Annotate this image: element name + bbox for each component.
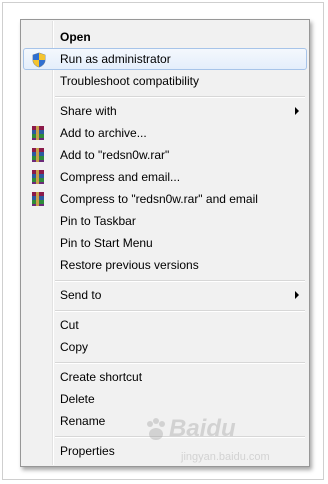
menu-item-label: Copy: [60, 340, 89, 354]
menu-item-create-shortcut[interactable]: Create shortcut: [23, 366, 307, 388]
menu-item-properties[interactable]: Properties: [23, 440, 307, 462]
menu-item-add-to-rar[interactable]: Add to "redsn0w.rar": [23, 144, 307, 166]
menu-separator: [55, 280, 305, 282]
winrar-archive-icon: [30, 147, 46, 163]
menu-item-pin-to-taskbar[interactable]: Pin to Taskbar: [23, 210, 307, 232]
menu-item-label: Compress and email...: [60, 170, 181, 184]
menu-item-delete[interactable]: Delete: [23, 388, 307, 410]
menu-item-cut[interactable]: Cut: [23, 314, 307, 336]
menu-item-label: Send to: [60, 288, 102, 302]
menu-item-label: Share with: [60, 104, 117, 118]
menu-item-label: Troubleshoot compatibility: [60, 74, 199, 88]
uac-shield-icon: [31, 52, 47, 68]
menu-item-send-to[interactable]: Send to: [23, 284, 307, 306]
menu-item-label: Properties: [60, 444, 115, 458]
menu-item-label: Pin to Start Menu: [60, 236, 153, 250]
winrar-archive-icon: [30, 169, 46, 185]
submenu-arrow-icon: [295, 291, 299, 299]
context-menu: Open Run as administrator Troubleshoot c…: [20, 19, 310, 467]
menu-item-copy[interactable]: Copy: [23, 336, 307, 358]
winrar-archive-icon: [30, 191, 46, 207]
submenu-arrow-icon: [295, 107, 299, 115]
menu-item-label: Create shortcut: [60, 370, 143, 384]
winrar-archive-icon: [30, 125, 46, 141]
menu-item-share-with[interactable]: Share with: [23, 100, 307, 122]
menu-item-label: Cut: [60, 318, 79, 332]
menu-item-label: Rename: [60, 414, 106, 428]
menu-separator: [55, 362, 305, 364]
menu-item-label: Delete: [60, 392, 95, 406]
menu-item-label: Add to archive...: [60, 126, 147, 140]
menu-item-add-to-archive[interactable]: Add to archive...: [23, 122, 307, 144]
menu-item-pin-to-start-menu[interactable]: Pin to Start Menu: [23, 232, 307, 254]
menu-item-rename[interactable]: Rename: [23, 410, 307, 432]
menu-item-label: Open: [60, 30, 91, 44]
menu-separator: [55, 96, 305, 98]
menu-item-label: Compress to "redsn0w.rar" and email: [60, 192, 258, 206]
menu-item-compress-and-email[interactable]: Compress and email...: [23, 166, 307, 188]
menu-item-open[interactable]: Open: [23, 26, 307, 48]
screenshot-frame: Open Run as administrator Troubleshoot c…: [2, 2, 324, 480]
menu-item-label: Run as administrator: [60, 52, 171, 66]
menu-separator: [55, 310, 305, 312]
menu-item-label: Pin to Taskbar: [60, 214, 136, 228]
menu-separator: [55, 436, 305, 438]
menu-item-label: Add to "redsn0w.rar": [60, 148, 170, 162]
menu-item-label: Restore previous versions: [60, 258, 199, 272]
menu-item-restore-previous-versions[interactable]: Restore previous versions: [23, 254, 307, 276]
menu-item-compress-to-rar-and-email[interactable]: Compress to "redsn0w.rar" and email: [23, 188, 307, 210]
menu-item-troubleshoot-compatibility[interactable]: Troubleshoot compatibility: [23, 70, 307, 92]
menu-item-run-as-administrator[interactable]: Run as administrator: [23, 48, 307, 70]
